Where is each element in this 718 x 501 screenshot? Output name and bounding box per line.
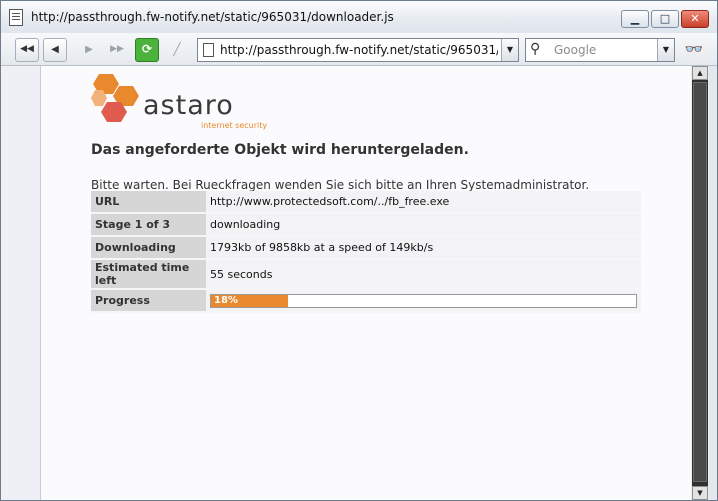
navigation-toolbar: ◀◀ ◀ ▶ ▶▶ ⟳ ╱ http://passthrough.fw-noti… <box>1 33 717 66</box>
logo-tagline-text: internet security <box>201 121 267 130</box>
url-value: http://www.protectedsoft.com/../fb_free.… <box>206 191 641 214</box>
table-row: Stage 1 of 3 downloading <box>91 213 641 237</box>
minimize-button[interactable]: ▁ <box>621 10 649 28</box>
scroll-down-arrow[interactable]: ▼ <box>692 486 708 500</box>
stage-label: Stage 1 of 3 <box>91 213 206 237</box>
close-button[interactable]: ✕ <box>681 10 709 28</box>
stop-button[interactable]: ╱ <box>165 38 189 62</box>
document-icon <box>203 43 214 57</box>
scroll-thumb[interactable] <box>693 82 707 482</box>
time-left-label: Estimated time left <box>91 259 206 290</box>
downloading-label: Downloading <box>91 236 206 260</box>
search-box[interactable]: ⚲ Google ▼ <box>525 38 675 62</box>
scroll-up-arrow[interactable]: ▲ <box>692 66 708 80</box>
window-title: http://passthrough.fw-notify.net/static/… <box>31 10 394 24</box>
search-input[interactable]: Google <box>554 43 596 57</box>
table-row: URL http://www.protectedsoft.com/../fb_f… <box>91 191 641 214</box>
sidebar-strip <box>1 66 41 500</box>
browser-window: http://passthrough.fw-notify.net/static/… <box>0 0 718 501</box>
page-content: astaro internet security Das angefordert… <box>41 66 691 500</box>
progress-cell: 18% <box>206 289 641 313</box>
table-row: Estimated time left 55 seconds <box>91 259 641 290</box>
table-row: Progress 18% <box>91 289 641 313</box>
address-dropdown-button[interactable]: ▼ <box>501 39 518 61</box>
back-button[interactable]: ◀ <box>43 38 67 62</box>
progress-label: Progress <box>91 289 206 313</box>
address-bar[interactable]: http://passthrough.fw-notify.net/static/… <box>197 38 519 62</box>
vertical-scrollbar[interactable]: ▲ ▼ <box>692 66 708 500</box>
fast-forward-button[interactable]: ▶▶ <box>105 38 129 62</box>
downloading-value: 1793kb of 9858kb at a speed of 149kb/s <box>206 236 641 260</box>
window-frame-edge <box>709 66 717 500</box>
table-row: Downloading 1793kb of 9858kb at a speed … <box>91 236 641 260</box>
progress-bar: 18% <box>210 293 637 308</box>
search-engine-dropdown[interactable]: ▼ <box>657 39 674 61</box>
download-info-table: URL http://www.protectedsoft.com/../fb_f… <box>91 191 641 313</box>
wait-message: Bitte warten. Bei Rueckfragen wenden Sie… <box>91 178 590 192</box>
rewind-button[interactable]: ◀◀ <box>15 38 39 62</box>
progress-percent: 18% <box>214 294 238 306</box>
stage-value: downloading <box>206 213 641 237</box>
search-icon: ⚲ <box>530 41 541 57</box>
astaro-logo: astaro internet security <box>91 70 271 136</box>
title-bar[interactable]: http://passthrough.fw-notify.net/static/… <box>1 1 717 33</box>
address-input[interactable]: http://passthrough.fw-notify.net/static/… <box>220 43 498 57</box>
reload-button[interactable]: ⟳ <box>135 38 159 62</box>
page-icon <box>9 9 23 26</box>
forward-button[interactable]: ▶ <box>77 38 101 62</box>
time-left-value: 55 seconds <box>206 259 641 290</box>
page-title: Das angeforderte Objekt wird heruntergel… <box>91 142 469 158</box>
maximize-button[interactable]: □ <box>651 10 679 28</box>
logo-brand-text: astaro <box>143 90 234 121</box>
url-label: URL <box>91 191 206 214</box>
glasses-icon[interactable]: 👓 <box>681 40 707 58</box>
